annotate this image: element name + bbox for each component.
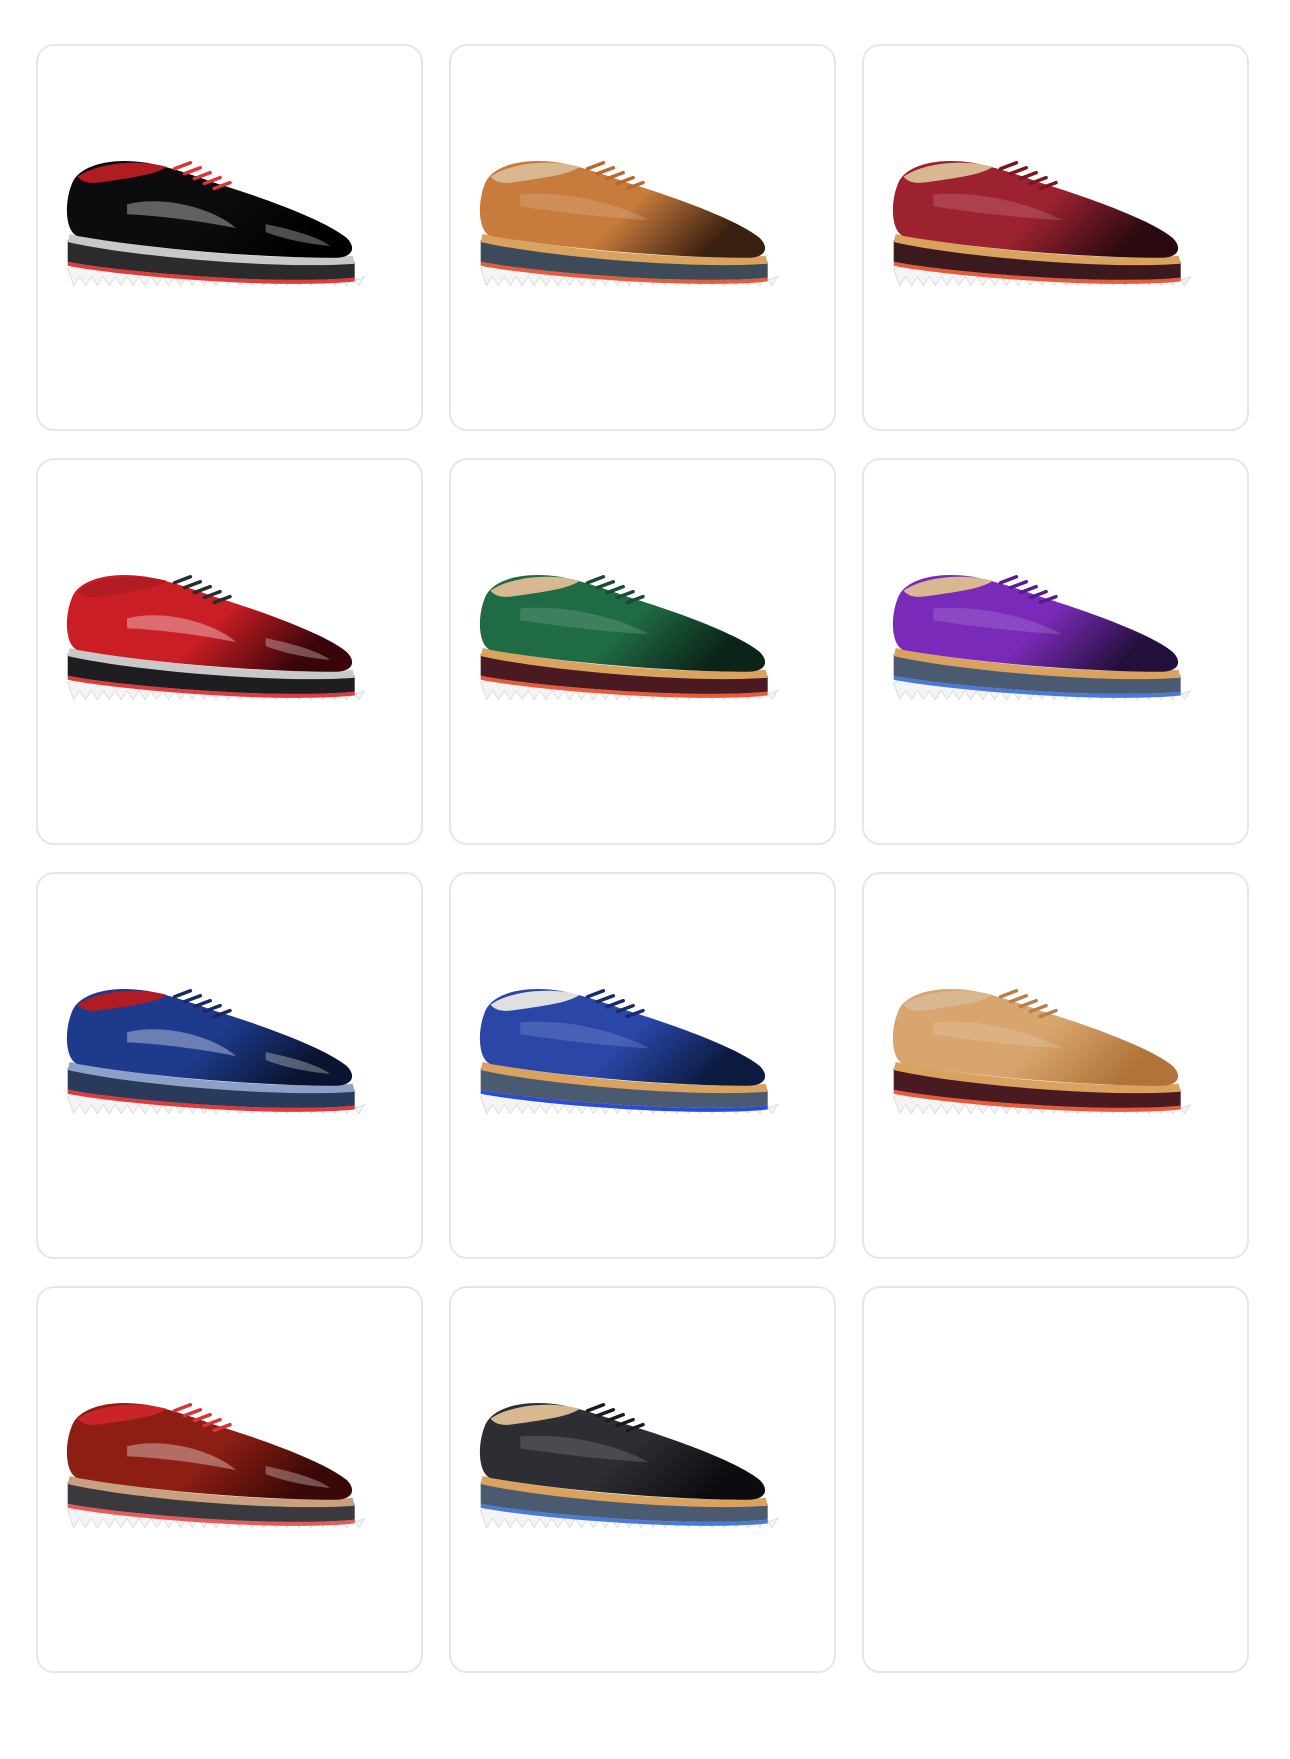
shoe-image bbox=[66, 1403, 366, 1529]
product-card[interactable] bbox=[449, 872, 836, 1259]
shoe-image bbox=[892, 161, 1192, 287]
product-card[interactable] bbox=[36, 458, 423, 845]
product-card[interactable] bbox=[449, 44, 836, 431]
product-card[interactable] bbox=[862, 44, 1249, 431]
product-card[interactable] bbox=[36, 872, 423, 1259]
shoe-image bbox=[892, 989, 1192, 1115]
shoe-image bbox=[66, 575, 366, 701]
product-card[interactable] bbox=[449, 1286, 836, 1673]
shoe-image bbox=[479, 1403, 779, 1529]
shoe-image bbox=[479, 989, 779, 1115]
shoe-image bbox=[66, 161, 366, 287]
product-card[interactable] bbox=[862, 458, 1249, 845]
product-card[interactable] bbox=[862, 872, 1249, 1259]
product-card[interactable] bbox=[36, 1286, 423, 1673]
shoe-image bbox=[479, 161, 779, 287]
product-gallery bbox=[36, 44, 1249, 1673]
shoe-image bbox=[479, 575, 779, 701]
shoe-image bbox=[892, 575, 1192, 701]
product-card[interactable] bbox=[449, 458, 836, 845]
product-card[interactable] bbox=[36, 44, 423, 431]
shoe-image bbox=[66, 989, 366, 1115]
empty-product-card[interactable] bbox=[862, 1286, 1249, 1673]
